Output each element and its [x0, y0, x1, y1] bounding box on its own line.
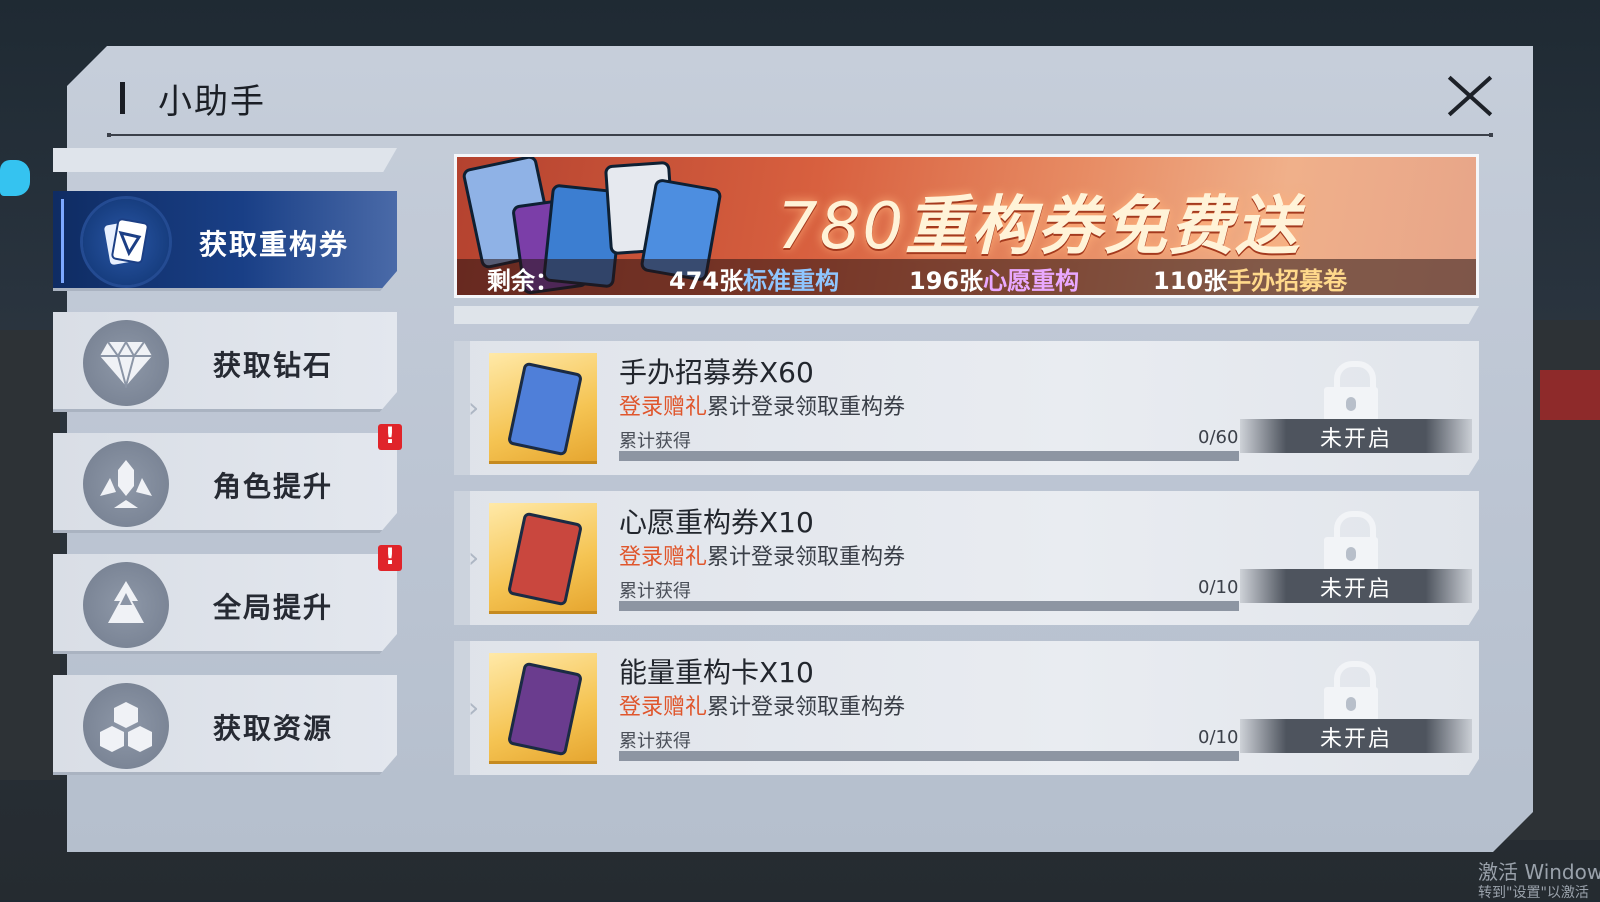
progress-bar — [619, 751, 1239, 761]
lock-icon — [1324, 361, 1380, 421]
background-sign — [1540, 370, 1600, 420]
reward-name: 手办招募券X60 — [619, 356, 814, 389]
reward-tag: 登录赠礼 — [619, 395, 708, 420]
reward-row[interactable]: › 能量重构卡X10 登录赠礼累计登录领取重构券 累计获得 0/10 未开启 — [454, 641, 1479, 775]
progress-label: 累计获得 — [619, 431, 691, 452]
reward-desc-text: 累计登录领取重构券 — [707, 395, 906, 420]
lock-icon — [1324, 511, 1380, 571]
reward-name: 能量重构卡X10 — [619, 656, 814, 689]
sidebar-item-label: 获取钻石 — [213, 349, 334, 382]
claim-status-label: 未开启 — [1319, 427, 1392, 452]
claim-status-button[interactable]: 未开启 — [1240, 569, 1472, 603]
cubes-icon — [83, 683, 169, 769]
progress-bar — [619, 601, 1239, 611]
chevron-right-icon: › — [468, 541, 480, 574]
progress-label: 累计获得 — [619, 731, 691, 752]
banner-number: 780 — [777, 190, 906, 264]
background-building — [0, 330, 60, 780]
sidebar-scroll-stub — [53, 148, 397, 172]
reward-description: 登录赠礼累计登录领取重构券 — [619, 539, 905, 571]
progress-count: 0/10 — [1198, 727, 1239, 748]
remaining-label: 剩余： — [487, 267, 559, 295]
progress-label: 累计获得 — [619, 581, 691, 602]
banner-remaining-strip: 剩余： 474张标准重构 196张心愿重构 110张手办招募卷 — [457, 259, 1476, 295]
page-title: 小助手 — [158, 82, 266, 122]
sidebar-item-global-upgrade[interactable]: 全局提升 — [53, 554, 397, 654]
sidebar-item-character-upgrade[interactable]: 角色提升 — [53, 433, 397, 533]
promo-banner: 780重构券免费送 剩余： 474张标准重构 196张心愿重构 110张手办招募… — [454, 154, 1479, 298]
reward-item-icon — [489, 653, 597, 764]
sidebar-item-get-resources[interactable]: 获取资源 — [53, 675, 397, 775]
notification-badge: ! — [378, 424, 402, 450]
notification-badge: ! — [378, 545, 402, 571]
claim-status-button[interactable]: 未开启 — [1240, 719, 1472, 753]
reward-card-icon — [506, 661, 584, 757]
banner-title: 重构券免费送 — [905, 190, 1302, 264]
lock-icon — [1324, 661, 1380, 721]
close-button[interactable] — [1446, 74, 1494, 118]
progress-bar — [619, 451, 1239, 461]
remaining-figure: 110张手办招募卷 — [1153, 267, 1348, 295]
claim-status-button[interactable]: 未开启 — [1240, 419, 1472, 453]
sidebar-item-label: 角色提升 — [213, 470, 334, 503]
mountain-icon — [83, 562, 169, 648]
reward-card-icon — [506, 511, 584, 607]
chevron-right-icon: › — [468, 691, 480, 724]
reward-description: 登录赠礼累计登录领取重构券 — [619, 689, 905, 721]
character-icon — [83, 441, 169, 527]
reward-card-icon — [506, 361, 584, 457]
card-icon — [83, 199, 169, 285]
list-scroll-stub — [454, 306, 1479, 324]
reward-item-icon — [489, 503, 597, 614]
sidebar-item-get-reconstruct[interactable]: 获取重构券 — [53, 191, 397, 291]
chevron-right-icon: › — [468, 391, 480, 424]
os-activation-watermark-sub: 转到"设置"以激活 — [1478, 885, 1589, 901]
reward-item-icon — [489, 353, 597, 464]
progress-count: 0/60 — [1198, 427, 1239, 448]
remaining-standard: 474张标准重构 — [669, 267, 840, 295]
reward-tag: 登录赠礼 — [619, 545, 708, 570]
claim-status-label: 未开启 — [1319, 577, 1392, 602]
reward-desc-text: 累计登录领取重构券 — [707, 695, 906, 720]
sidebar-item-label: 全局提升 — [213, 591, 334, 624]
reward-row[interactable]: › 手办招募券X60 登录赠礼累计登录领取重构券 累计获得 0/60 未开启 — [454, 341, 1479, 475]
sidebar-item-label: 获取资源 — [213, 712, 334, 745]
claim-status-label: 未开启 — [1319, 727, 1392, 752]
sidebar-item-get-diamond[interactable]: 获取钻石 — [53, 312, 397, 412]
sidebar-item-label: 获取重构券 — [199, 228, 350, 261]
title-accent — [120, 82, 125, 114]
reward-description: 登录赠礼累计登录领取重构券 — [619, 389, 905, 421]
banner-headline: 780重构券免费送 — [777, 175, 1301, 267]
reward-tag: 登录赠礼 — [619, 695, 708, 720]
os-activation-watermark: 激活 Window — [1478, 860, 1600, 884]
reward-name: 心愿重构券X10 — [619, 506, 814, 539]
floating-assistant-icon[interactable] — [0, 160, 30, 196]
diamond-icon — [83, 320, 169, 406]
reward-desc-text: 累计登录领取重构券 — [707, 545, 906, 570]
reward-row[interactable]: › 心愿重构券X10 登录赠礼累计登录领取重构券 累计获得 0/10 未开启 — [454, 491, 1479, 625]
remaining-wish: 196张心愿重构 — [909, 267, 1080, 295]
title-divider — [107, 133, 1493, 137]
progress-count: 0/10 — [1198, 577, 1239, 598]
